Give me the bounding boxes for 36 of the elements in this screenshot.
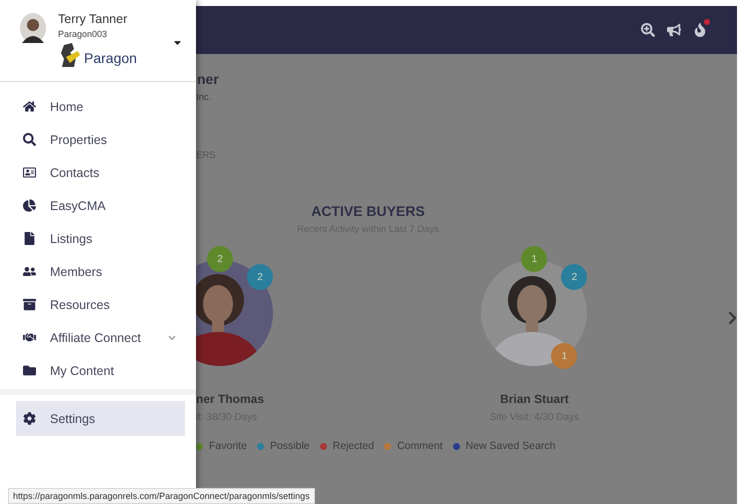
chevron-down-icon[interactable]	[168, 334, 176, 342]
count-badge: 1	[521, 246, 548, 272]
legend-label: Favorite	[209, 440, 247, 452]
menu-item[interactable]: Home	[0, 90, 196, 123]
user-login: Paragon003	[58, 29, 108, 39]
logo-text: Paragon	[84, 50, 137, 66]
buyer-name: Brian Stuart	[500, 392, 569, 406]
legend-label: New Saved Search	[466, 440, 556, 452]
count-badge: 2	[561, 264, 588, 290]
avatar-icon	[20, 13, 46, 43]
menu-item[interactable]: Contacts	[0, 156, 196, 189]
agent-name: ner	[197, 71, 220, 87]
next-arrow-icon[interactable]	[728, 310, 737, 326]
legend-label: Comment	[397, 440, 443, 452]
count-badge: 1	[551, 343, 578, 369]
menu-item[interactable]: Affiliate Connect	[0, 321, 196, 354]
count-badge: 2	[207, 246, 233, 272]
megaphone-icon[interactable]	[667, 23, 681, 37]
agent-company: Inc.	[196, 92, 212, 103]
legend-label: Possible	[270, 440, 310, 452]
legend-label: Rejected	[332, 440, 374, 452]
status-url: https://paragonmls.paragonrels.com/ParagonConnect/paragonmls/settings	[8, 488, 315, 504]
settings-icon	[22, 412, 36, 426]
menu-item[interactable]: EasyCMA	[0, 189, 196, 222]
menu-item[interactable]: Settings	[16, 401, 185, 436]
knight-logo-icon	[58, 41, 82, 69]
menu-item[interactable]: Properties	[0, 123, 196, 156]
user-name: Terry Tanner	[58, 12, 128, 26]
menu-item[interactable]: Resources	[0, 288, 196, 321]
menu-item[interactable]: Members	[0, 255, 196, 288]
count-badge: 2	[247, 264, 273, 290]
menu-item[interactable]: Listings	[0, 222, 196, 255]
menu-item[interactable]: My Content	[0, 354, 196, 387]
section-title: ACTIVE BUYERS	[310, 203, 426, 219]
buyer-name: ner Thomas	[196, 392, 264, 406]
zoom-in-icon[interactable]	[641, 23, 655, 37]
